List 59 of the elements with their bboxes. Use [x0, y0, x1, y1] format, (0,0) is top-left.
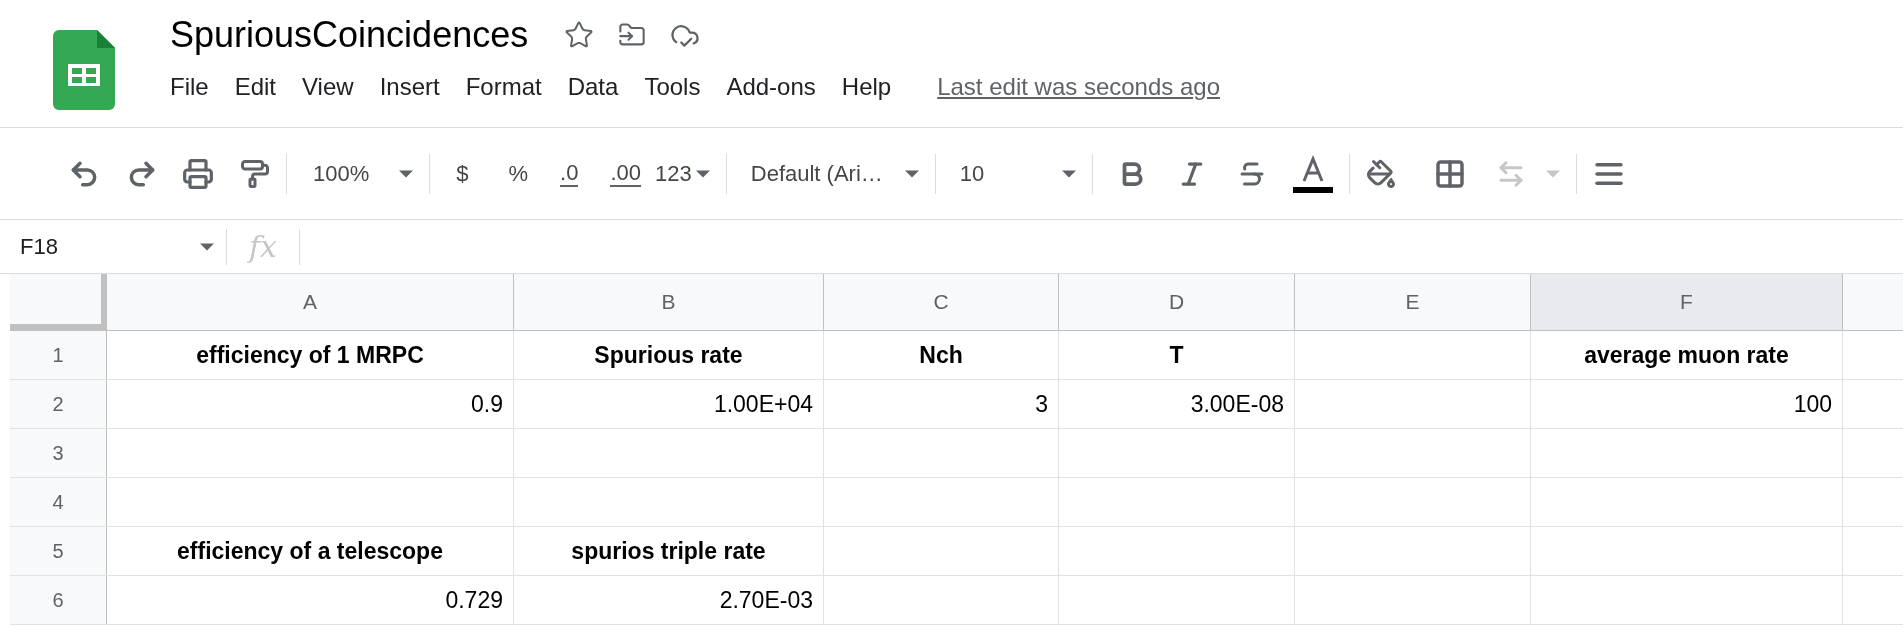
borders-icon[interactable]: [1434, 157, 1467, 190]
menu-item[interactable]: Tools: [644, 69, 701, 105]
number-format-dropdown[interactable]: 123: [655, 157, 710, 190]
menu-item[interactable]: Format: [465, 69, 542, 105]
font-name: Default (Ari…: [750, 160, 883, 188]
document-title[interactable]: SpuriousCoincidences: [170, 8, 529, 62]
table-cell-text: 3.00E-08: [1190, 389, 1284, 419]
row-header[interactable]: 3: [10, 429, 107, 477]
column-header[interactable]: F: [1531, 274, 1843, 330]
table-cell-text: spurios triple rate: [571, 536, 766, 566]
spreadsheet-logo[interactable]: [53, 30, 115, 110]
currency-button[interactable]: $: [456, 157, 469, 190]
row-header[interactable]: 5: [10, 527, 107, 575]
caret-icon: [695, 169, 710, 178]
table-cell-text: 3: [1035, 389, 1048, 419]
zoom-value: 100%: [313, 160, 370, 188]
table-cell-text: 0.9: [471, 389, 503, 419]
row-header[interactable]: 4: [10, 478, 107, 526]
decrease-decimals-button[interactable]: .0: [560, 160, 579, 187]
formula-icon: fx: [227, 224, 300, 269]
menu-item[interactable]: Add-ons: [726, 69, 816, 105]
table-cell-text: 2.70E-03: [719, 585, 813, 615]
table-cell-text: Spurious rate: [594, 340, 743, 370]
menu-item[interactable]: Edit: [234, 69, 277, 105]
table-cell-text: Nch: [919, 340, 963, 370]
number-format-label: 123: [655, 160, 692, 188]
font-size-dropdown[interactable]: 10: [959, 157, 1077, 190]
table-cell-text: average muon rate: [1584, 340, 1789, 370]
zoom-dropdown[interactable]: 100%: [303, 157, 414, 190]
caret-icon: [1546, 169, 1561, 178]
percent-button[interactable]: %: [508, 157, 529, 190]
font-dropdown[interactable]: Default (Ari…: [750, 157, 919, 190]
name-box[interactable]: F18: [0, 230, 226, 263]
menu-item[interactable]: Insert: [379, 69, 440, 105]
last-edit-link[interactable]: Last edit was seconds ago: [937, 69, 1220, 105]
caret-icon: [200, 242, 214, 251]
table-cell-text: efficiency of a telescope: [177, 536, 443, 566]
caret-icon: [399, 169, 414, 178]
menu-item[interactable]: Help: [841, 69, 892, 105]
star-icon[interactable]: [564, 20, 595, 50]
row-header[interactable]: 6: [10, 576, 107, 624]
menu-item[interactable]: View: [302, 69, 354, 105]
fill-color-icon[interactable]: [1366, 158, 1397, 189]
increase-decimals-button[interactable]: .00: [610, 160, 642, 187]
paint-format-icon[interactable]: [240, 158, 270, 189]
print-icon[interactable]: [182, 157, 214, 190]
caret-icon: [1062, 169, 1077, 178]
font-size-value: 10: [959, 160, 985, 188]
table-cell-text: T: [1169, 340, 1184, 370]
row-header[interactable]: 2: [10, 380, 107, 428]
menu-item[interactable]: Data: [567, 69, 619, 105]
table-cell-text: 0.729: [445, 585, 503, 615]
table-cell-text: efficiency of 1 MRPC: [196, 340, 424, 370]
caret-icon: [904, 169, 919, 178]
text-color-icon[interactable]: [1293, 154, 1334, 193]
menu-item[interactable]: File: [170, 69, 209, 105]
row-header[interactable]: 1: [10, 331, 107, 379]
table-cell-text: 100: [1793, 389, 1832, 419]
table-cell-text: 1.00E+04: [713, 389, 813, 419]
